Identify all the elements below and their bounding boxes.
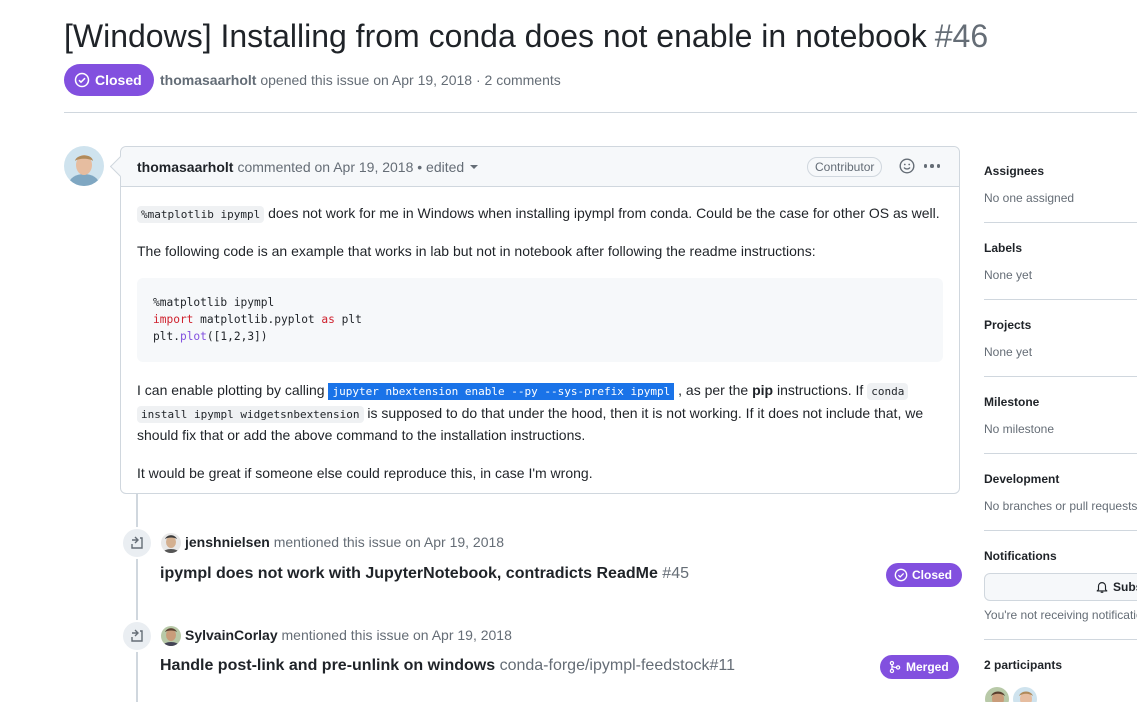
timeline-user-link[interactable]: SylvainCorlay xyxy=(185,627,278,643)
sidebar-heading: Notifications xyxy=(984,549,1057,563)
referenced-issue-number[interactable]: #45 xyxy=(662,565,689,582)
code-text: matplotlib.pyplot xyxy=(193,313,322,326)
sidebar-heading[interactable]: Milestone xyxy=(984,395,1137,409)
timeline-event-text: SylvainCorlay mentioned this issue on Ap… xyxy=(185,627,512,643)
badge-label: Closed xyxy=(912,568,953,582)
sidebar-divider xyxy=(984,376,1137,377)
notifications-note: You're not receiving notifications from … xyxy=(984,608,1137,622)
sidebar-heading[interactable]: Development xyxy=(984,472,1137,486)
code-text: plt. xyxy=(153,330,180,343)
code-keyword: import xyxy=(153,313,194,326)
comment-body: %matplotlib ipympl does not work for me … xyxy=(121,187,959,516)
code-keyword: as xyxy=(321,313,335,326)
paragraph-text: , as per the xyxy=(674,382,753,398)
sidebar-divider xyxy=(984,453,1137,454)
code-function: plot xyxy=(179,330,207,343)
badge-label: Merged xyxy=(906,660,949,674)
sidebar-projects[interactable]: Projects None yet xyxy=(984,318,1137,359)
sidebar-heading[interactable]: Projects xyxy=(984,318,1137,332)
subscribe-label: Subscribe xyxy=(1113,580,1137,594)
issue-state-label: Closed xyxy=(95,72,142,88)
paragraph-text: instructions. If xyxy=(773,382,868,398)
sidebar-assignees[interactable]: Assignees No one assigned xyxy=(984,164,1137,205)
sidebar-value: No milestone xyxy=(984,422,1055,436)
referenced-pr-number[interactable]: conda-forge/ipympl-feedstock#11 xyxy=(500,657,735,674)
code-text: plt xyxy=(334,313,362,326)
add-reaction-smiley-icon[interactable] xyxy=(899,158,915,174)
inline-code: %matplotlib ipympl xyxy=(137,206,265,223)
comment-paragraph-4: It would be great if someone else could … xyxy=(137,464,593,481)
issue-number: #46 xyxy=(934,18,989,54)
sidebar-value: None yet xyxy=(984,345,1033,359)
code-text: ([1,2,3]) xyxy=(206,330,268,343)
sidebar-value: No branches or pull requests xyxy=(984,499,1137,513)
comment-paragraph-1: %matplotlib ipympl does not work for me … xyxy=(137,203,943,225)
comment-options-kebab-icon[interactable] xyxy=(921,155,943,177)
sidebar-heading[interactable]: Labels xyxy=(984,241,1137,255)
sidebar-development[interactable]: Development No branches or pull requests xyxy=(984,472,1137,513)
timeline-event-text: jenshnielsen mentioned this issue on Apr… xyxy=(185,534,504,550)
sidebar-divider xyxy=(984,639,1137,640)
comment-header-text[interactable]: commented on Apr 19, 2018 • edited xyxy=(237,159,464,175)
sidebar-divider xyxy=(984,299,1137,300)
issue-meta-text: opened this issue on Apr 19, 2018 · 2 co… xyxy=(260,72,561,88)
referenced-closed-badge: Closed xyxy=(886,563,963,587)
sidebar-divider xyxy=(984,530,1137,531)
code-line: plt.plot([1,2,3]) xyxy=(153,328,927,345)
comment-header: thomasaarholt commented on Apr 19, 2018 … xyxy=(121,147,959,187)
issue-sidebar: Assignees No one assigned Labels None ye… xyxy=(984,0,1137,702)
avatar[interactable] xyxy=(161,533,181,553)
paragraph-text: I can enable plotting by calling xyxy=(137,382,329,398)
bold-text: pip xyxy=(752,382,774,398)
closed-circle-icon xyxy=(74,72,90,88)
sidebar-heading[interactable]: Assignees xyxy=(984,164,1137,178)
cross-reference-icon xyxy=(121,620,153,652)
referenced-issue-title[interactable]: ipympl does not work with JupyterNoteboo… xyxy=(160,565,658,582)
sidebar-milestone[interactable]: Milestone No milestone xyxy=(984,395,1137,436)
edit-history-chevron-icon[interactable] xyxy=(470,164,479,169)
code-line: import matplotlib.pyplot as plt xyxy=(153,311,927,328)
code-line: %matplotlib ipympl xyxy=(153,296,275,309)
timeline-user-link[interactable]: jenshnielsen xyxy=(185,534,270,550)
issue-author-link[interactable]: thomasaarholt xyxy=(160,72,256,88)
referenced-pr-title[interactable]: Handle post-link and pre-unlink on windo… xyxy=(160,657,495,674)
issue-comment: thomasaarholt commented on Apr 19, 2018 … xyxy=(120,146,960,494)
cross-reference-icon xyxy=(121,527,153,559)
issue-title-row: [Windows] Installing from conda does not… xyxy=(64,18,988,55)
inline-code: install ipympl widgetsnbextension xyxy=(137,405,364,423)
header-divider xyxy=(64,112,1137,113)
sidebar-notifications: Notifications xyxy=(984,549,1137,563)
comment-paragraph-2: The following code is an example that wo… xyxy=(137,243,816,259)
issue-title: [Windows] Installing from conda does not… xyxy=(64,18,927,54)
participant-avatar[interactable] xyxy=(984,686,1010,702)
issue-state-badge: Closed xyxy=(64,64,154,96)
merge-icon xyxy=(889,660,901,674)
subscribe-button[interactable]: Subscribe xyxy=(984,573,1137,601)
timeline-line xyxy=(136,494,138,702)
sidebar-value: None yet xyxy=(984,268,1033,282)
contributor-badge: Contributor xyxy=(807,157,883,177)
referenced-pr-link[interactable]: Handle post-link and pre-unlink on windo… xyxy=(160,657,735,675)
comment-author-link[interactable]: thomasaarholt xyxy=(137,159,233,175)
referenced-merged-badge: Merged xyxy=(880,655,959,679)
comment-paragraph-3: I can enable plotting by calling jupyter… xyxy=(137,380,943,447)
bell-icon xyxy=(1096,582,1108,593)
code-block: %matplotlib ipympl import matplotlib.pyp… xyxy=(137,278,943,362)
timeline-action: mentioned this issue on Apr 19, 2018 xyxy=(273,534,505,550)
paragraph-text: does not work for me in Windows when ins… xyxy=(264,205,940,221)
sidebar-labels[interactable]: Labels None yet xyxy=(984,241,1137,282)
issue-meta: thomasaarholt opened this issue on Apr 1… xyxy=(160,72,561,88)
author-avatar[interactable] xyxy=(64,146,104,186)
referenced-issue-link[interactable]: ipympl does not work with JupyterNoteboo… xyxy=(160,565,689,583)
sidebar-participants: 2 participants xyxy=(984,658,1137,672)
sidebar-value: No one assigned xyxy=(984,191,1075,205)
selected-inline-code: jupyter nbextension enable --py --sys-pr… xyxy=(328,383,675,400)
sidebar-heading: 2 participants xyxy=(984,658,1063,672)
avatar[interactable] xyxy=(161,626,181,646)
sidebar-divider xyxy=(984,222,1137,223)
participant-avatar[interactable] xyxy=(1012,686,1038,702)
closed-circle-icon xyxy=(894,568,908,582)
inline-code: conda xyxy=(867,383,909,400)
timeline-action: mentioned this issue on Apr 19, 2018 xyxy=(281,627,512,643)
